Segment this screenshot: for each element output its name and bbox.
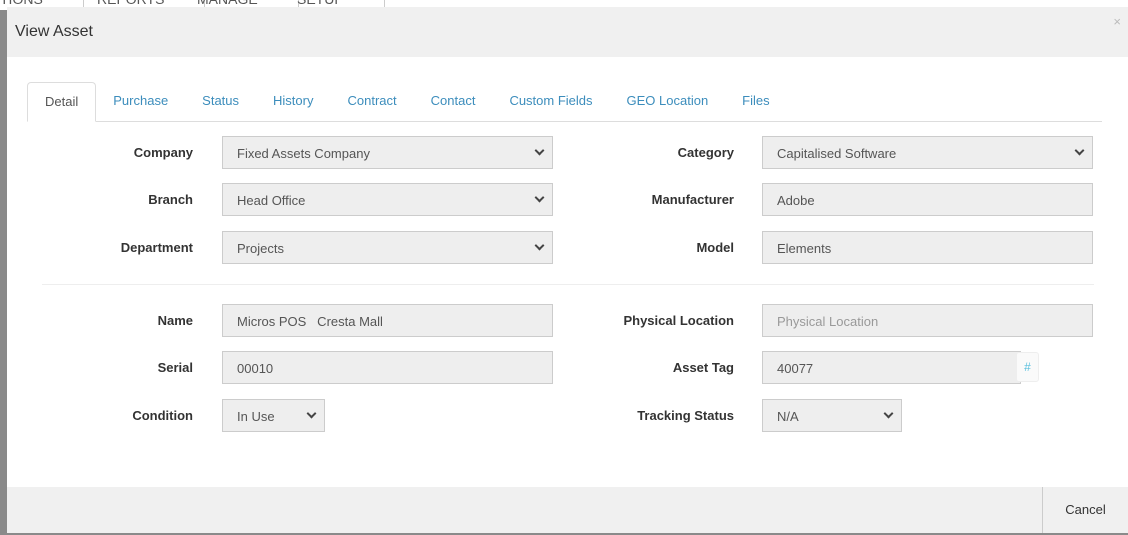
- branch-value: Head Office: [237, 193, 306, 208]
- modal-footer: Cancel: [7, 487, 1128, 533]
- chevron-down-icon: [534, 240, 545, 251]
- view-asset-modal: View Asset × Detail Purchase Status Hist…: [7, 7, 1128, 533]
- manufacturer-input[interactable]: Adobe: [762, 183, 1093, 216]
- modal-title: View Asset: [15, 23, 93, 40]
- asset-tag-label: Asset Tag: [672, 360, 734, 375]
- asset-tag-input[interactable]: 40077: [762, 351, 1021, 384]
- name-input[interactable]: Micros POS Cresta Mall: [222, 304, 553, 337]
- department-label: Department: [120, 240, 193, 255]
- branch-label: Branch: [148, 192, 193, 207]
- tracking-status-select[interactable]: N/A: [762, 399, 902, 432]
- chevron-down-icon: [883, 408, 894, 419]
- tab-status[interactable]: Status: [185, 82, 256, 122]
- model-input[interactable]: Elements: [762, 231, 1093, 264]
- company-label: Company: [133, 145, 193, 160]
- generate-tag-button[interactable]: #: [1016, 352, 1039, 382]
- category-label: Category: [677, 145, 734, 160]
- tab-custom-fields[interactable]: Custom Fields: [492, 82, 609, 122]
- tab-purchase[interactable]: Purchase: [96, 82, 185, 122]
- physical-location-label: Physical Location: [623, 313, 734, 328]
- close-icon[interactable]: ×: [1113, 14, 1121, 29]
- serial-input[interactable]: 00010: [222, 351, 553, 384]
- department-select[interactable]: Projects: [222, 231, 553, 264]
- branch-select[interactable]: Head Office: [222, 183, 553, 216]
- cancel-button[interactable]: Cancel: [1042, 487, 1128, 533]
- chevron-down-icon: [534, 145, 545, 156]
- name-label: Name: [157, 313, 193, 328]
- category-value: Capitalised Software: [777, 146, 897, 161]
- department-value: Projects: [237, 241, 284, 256]
- company-value: Fixed Assets Company: [237, 146, 370, 161]
- tracking-status-label: Tracking Status: [637, 408, 734, 423]
- category-select[interactable]: Capitalised Software: [762, 136, 1093, 169]
- tab-files[interactable]: Files: [725, 82, 786, 122]
- condition-value: In Use: [237, 409, 275, 424]
- tab-contact[interactable]: Contact: [414, 82, 493, 122]
- condition-label: Condition: [132, 408, 193, 423]
- manufacturer-label: Manufacturer: [651, 192, 734, 207]
- company-select[interactable]: Fixed Assets Company: [222, 136, 553, 169]
- chevron-down-icon: [306, 408, 317, 419]
- divider: [42, 284, 1094, 285]
- chevron-down-icon: [534, 192, 545, 203]
- tab-history[interactable]: History: [256, 82, 330, 122]
- chevron-down-icon: [1074, 145, 1085, 156]
- serial-label: Serial: [157, 360, 193, 375]
- tab-geo-location[interactable]: GEO Location: [610, 82, 726, 122]
- physical-location-input[interactable]: Physical Location: [762, 304, 1093, 337]
- condition-select[interactable]: In Use: [222, 399, 325, 432]
- tab-bar: Detail Purchase Status History Contract …: [27, 82, 1102, 122]
- modal-header: View Asset ×: [7, 7, 1128, 57]
- model-label: Model: [696, 240, 734, 255]
- tab-detail[interactable]: Detail: [27, 82, 97, 122]
- tracking-status-value: N/A: [777, 409, 799, 424]
- tab-contract[interactable]: Contract: [330, 82, 413, 122]
